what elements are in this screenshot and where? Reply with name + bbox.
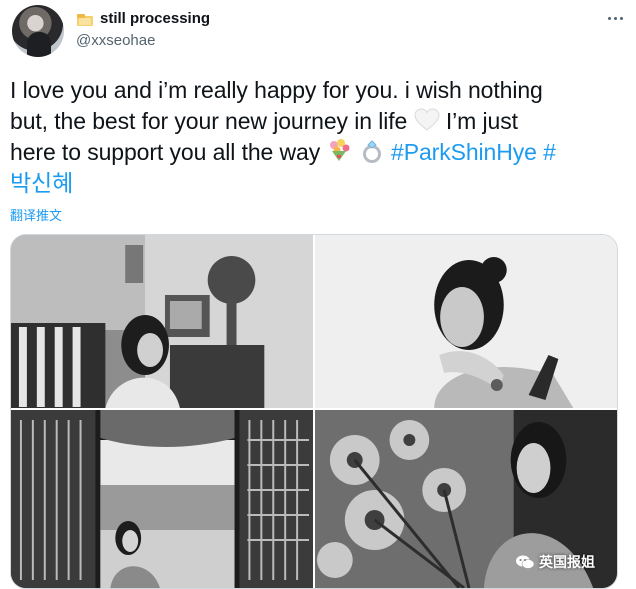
tweet-text-line2: but, the best for your new journey in li…: [10, 108, 408, 134]
folder-emoji-icon: [76, 13, 94, 27]
tweet-text-line1: I love you and i’m really happy for you.…: [10, 77, 543, 103]
tweet-text-line3: here to support you all the way: [10, 139, 321, 165]
photo-3[interactable]: [11, 410, 313, 588]
photo-2[interactable]: [315, 235, 617, 408]
bouquet-icon: [326, 139, 352, 163]
media-grid: 英国报姐: [10, 234, 618, 589]
photo-4[interactable]: 英国报姐: [315, 410, 617, 588]
more-options-button[interactable]: [604, 8, 626, 28]
tweet-text: I love you and i’m really happy for you.…: [10, 75, 626, 199]
author-handle[interactable]: @xxseohae: [76, 31, 155, 51]
watermark-text: 英国报姐: [539, 554, 595, 570]
wechat-icon: [515, 554, 535, 570]
translate-tweet-link[interactable]: 翻译推文: [10, 205, 62, 224]
author-display-name[interactable]: still processing: [76, 9, 210, 29]
hashtag-parkshinhye[interactable]: #ParkShinHye: [391, 139, 537, 165]
watermark: 英国报姐: [515, 552, 595, 572]
more-dots-icon: [607, 16, 611, 20]
white-heart-icon: [414, 108, 440, 132]
ring-icon: [359, 139, 385, 163]
avatar[interactable]: [12, 5, 64, 57]
display-name-text: still processing: [100, 10, 211, 27]
tweet-text-line2b: I’m just: [439, 108, 518, 134]
photo-1[interactable]: [11, 235, 313, 408]
